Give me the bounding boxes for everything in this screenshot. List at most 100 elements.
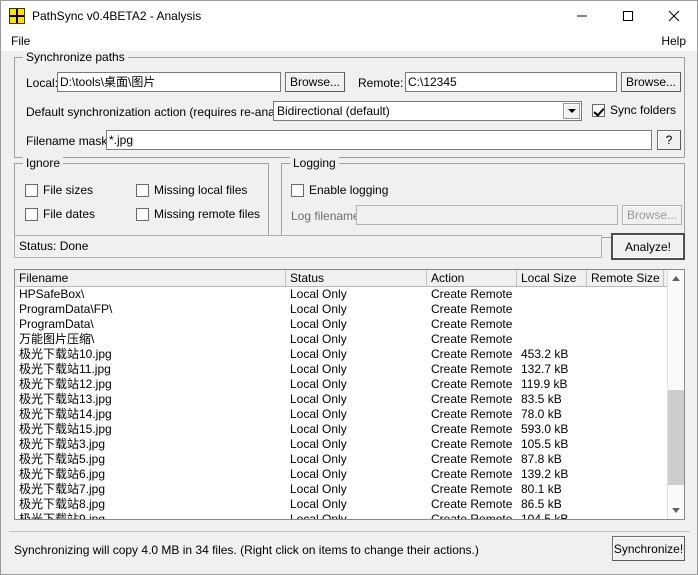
- sync-folders-label: Sync folders: [610, 103, 677, 117]
- table-row[interactable]: 极光下载站12.jpg Local Only Create Remote 119.9 …: [15, 377, 667, 392]
- column-header-remote-size[interactable]: Remote Size: [587, 270, 664, 286]
- synchronize-button[interactable]: Synchronize!: [612, 536, 685, 561]
- cell-local-size: 83.5 kB: [521, 392, 562, 406]
- scrollbar-thumb[interactable]: [668, 390, 684, 485]
- remote-path-input[interactable]: C:\12345: [405, 72, 617, 92]
- table-row[interactable]: ProgramData\FP\ Local Only Create Remote: [15, 302, 667, 317]
- table-row[interactable]: 极光下载站3.jpg Local Only Create Remote 105.5 k…: [15, 437, 667, 452]
- cell-local-size: 105.5 kB: [521, 437, 569, 451]
- cell-filename: 极光下载站12.jpg: [19, 377, 112, 391]
- ignore-file-dates-checkbox[interactable]: File dates: [25, 207, 95, 221]
- cell-action: Create Remote: [431, 287, 513, 301]
- table-row[interactable]: 万能图片压缩\ Local Only Create Remote: [15, 332, 667, 347]
- maximize-icon[interactable]: [605, 1, 651, 31]
- menu-file[interactable]: File: [6, 33, 35, 49]
- cell-filename: 极光下载站11.jpg: [19, 362, 111, 376]
- cell-action: Create Remote: [431, 422, 513, 436]
- default-action-select[interactable]: Bidirectional (default): [273, 101, 582, 121]
- cell-remote-size: [587, 392, 664, 407]
- chevron-down-icon[interactable]: [563, 103, 580, 119]
- analyze-button[interactable]: Analyze!: [611, 233, 685, 260]
- cell-remote-size: [587, 347, 664, 362]
- minimize-icon[interactable]: [559, 1, 605, 31]
- cell-filename: HPSafeBox\: [19, 287, 85, 301]
- cell-filename: 极光下载站6.jpg: [19, 467, 106, 481]
- close-icon[interactable]: [651, 1, 697, 31]
- cell-action: Create Remote: [431, 452, 513, 466]
- local-path-label: Local:: [26, 76, 59, 90]
- cell-local-size: 86.5 kB: [521, 497, 562, 511]
- menu-help[interactable]: Help: [656, 33, 691, 49]
- cell-status: Local Only: [290, 512, 347, 519]
- cell-local-size: 119.9 kB: [521, 377, 568, 391]
- filename-mask-label: Filename mask:: [26, 134, 111, 148]
- window-title: PathSync v0.4BETA2 - Analysis: [32, 9, 202, 23]
- table-row[interactable]: 极光下载站15.jpg Local Only Create Remote 593.0 …: [15, 422, 667, 437]
- window-controls: [559, 1, 697, 31]
- filename-mask-help-button[interactable]: ?: [657, 130, 681, 150]
- table-row[interactable]: HPSafeBox\ Local Only Create Remote: [15, 287, 667, 302]
- filename-mask-input[interactable]: *.jpg: [106, 130, 652, 150]
- table-row[interactable]: 极光下载站10.jpg Local Only Create Remote 453.2 …: [15, 347, 667, 362]
- table-row[interactable]: 极光下载站5.jpg Local Only Create Remote 87.8 kB: [15, 452, 667, 467]
- scroll-down-icon[interactable]: [668, 502, 684, 519]
- local-browse-button[interactable]: Browse...: [285, 72, 345, 92]
- cell-action: Create Remote: [431, 347, 513, 361]
- cell-status: Local Only: [290, 407, 347, 421]
- file-list[interactable]: Filename Status Action Local Size Remote…: [14, 269, 685, 520]
- cell-remote-size: [587, 377, 664, 392]
- cell-status: Local Only: [290, 392, 347, 406]
- table-row[interactable]: 极光下载站11.jpg Local Only Create Remote 132.7 …: [15, 362, 667, 377]
- cell-remote-size: [587, 332, 664, 347]
- table-row[interactable]: 极光下载站8.jpg Local Only Create Remote 86.5 kB: [15, 497, 667, 512]
- cell-status: Local Only: [290, 452, 347, 466]
- ignore-missing-local-files-label: Missing local files: [154, 183, 248, 197]
- ignore-missing-local-files-checkbox[interactable]: Missing local files: [136, 183, 247, 197]
- cell-status: Local Only: [290, 482, 347, 496]
- cell-remote-size: [587, 452, 664, 467]
- column-header-filename[interactable]: Filename: [15, 270, 286, 286]
- log-browse-button[interactable]: Browse...: [622, 205, 682, 225]
- sync-folders-checkbox[interactable]: Sync folders: [592, 103, 676, 117]
- column-header-local-size[interactable]: Local Size: [517, 270, 587, 286]
- cell-action: Create Remote: [431, 437, 513, 451]
- table-row[interactable]: ProgramData\ Local Only Create Remote: [15, 317, 667, 332]
- table-row[interactable]: 极光下载站7.jpg Local Only Create Remote 80.1 kB: [15, 482, 667, 497]
- table-row[interactable]: 极光下载站6.jpg Local Only Create Remote 139.2 k…: [15, 467, 667, 482]
- cell-filename: 极光下载站7.jpg: [19, 482, 106, 496]
- cell-filename: 极光下载站10.jpg: [19, 347, 112, 361]
- enable-logging-checkbox[interactable]: Enable logging: [291, 183, 388, 197]
- cell-filename: 极光下载站13.jpg: [19, 392, 112, 406]
- cell-local-size: 453.2 kB: [521, 347, 569, 361]
- cell-action: Create Remote: [431, 332, 513, 346]
- file-list-vertical-scrollbar[interactable]: [667, 270, 684, 519]
- log-filename-input[interactable]: [356, 205, 618, 225]
- ignore-file-sizes-checkbox[interactable]: File sizes: [25, 183, 93, 197]
- default-action-label: Default synchronization action (requires…: [26, 105, 304, 119]
- scroll-up-icon[interactable]: [668, 270, 684, 287]
- ignore-missing-remote-files-checkbox-box: [136, 207, 149, 221]
- table-row[interactable]: 极光下载站9.jpg Local Only Create Remote 104.5 k…: [15, 512, 667, 519]
- pathsync-app-icon: [9, 8, 25, 24]
- cell-status: Local Only: [290, 287, 347, 301]
- local-path-input[interactable]: D:\tools\桌面\图片: [57, 72, 281, 92]
- cell-action: Create Remote: [431, 407, 513, 421]
- cell-filename: ProgramData\FP\: [19, 302, 113, 316]
- cell-action: Create Remote: [431, 497, 513, 511]
- cell-action: Create Remote: [431, 512, 513, 519]
- cell-status: Local Only: [290, 347, 347, 361]
- cell-filename: ProgramData\: [19, 317, 94, 331]
- remote-path-label: Remote:: [358, 76, 404, 90]
- sync-folders-checkbox-box: [592, 103, 605, 117]
- file-list-body[interactable]: HPSafeBox\ Local Only Create Remote Program…: [15, 287, 667, 519]
- column-header-status[interactable]: Status: [286, 270, 427, 286]
- cell-filename: 万能图片压缩\: [19, 332, 95, 346]
- remote-browse-button[interactable]: Browse...: [621, 72, 681, 92]
- logging-group-label: Logging: [290, 157, 339, 169]
- table-row[interactable]: 极光下载站13.jpg Local Only Create Remote 83.5 k…: [15, 392, 667, 407]
- ignore-missing-remote-files-checkbox[interactable]: Missing remote files: [136, 207, 260, 221]
- cell-status: Local Only: [290, 437, 347, 451]
- table-row[interactable]: 极光下载站14.jpg Local Only Create Remote 78.0 k…: [15, 407, 667, 422]
- column-header-action[interactable]: Action: [427, 270, 517, 286]
- cell-filename: 极光下载站5.jpg: [19, 452, 106, 466]
